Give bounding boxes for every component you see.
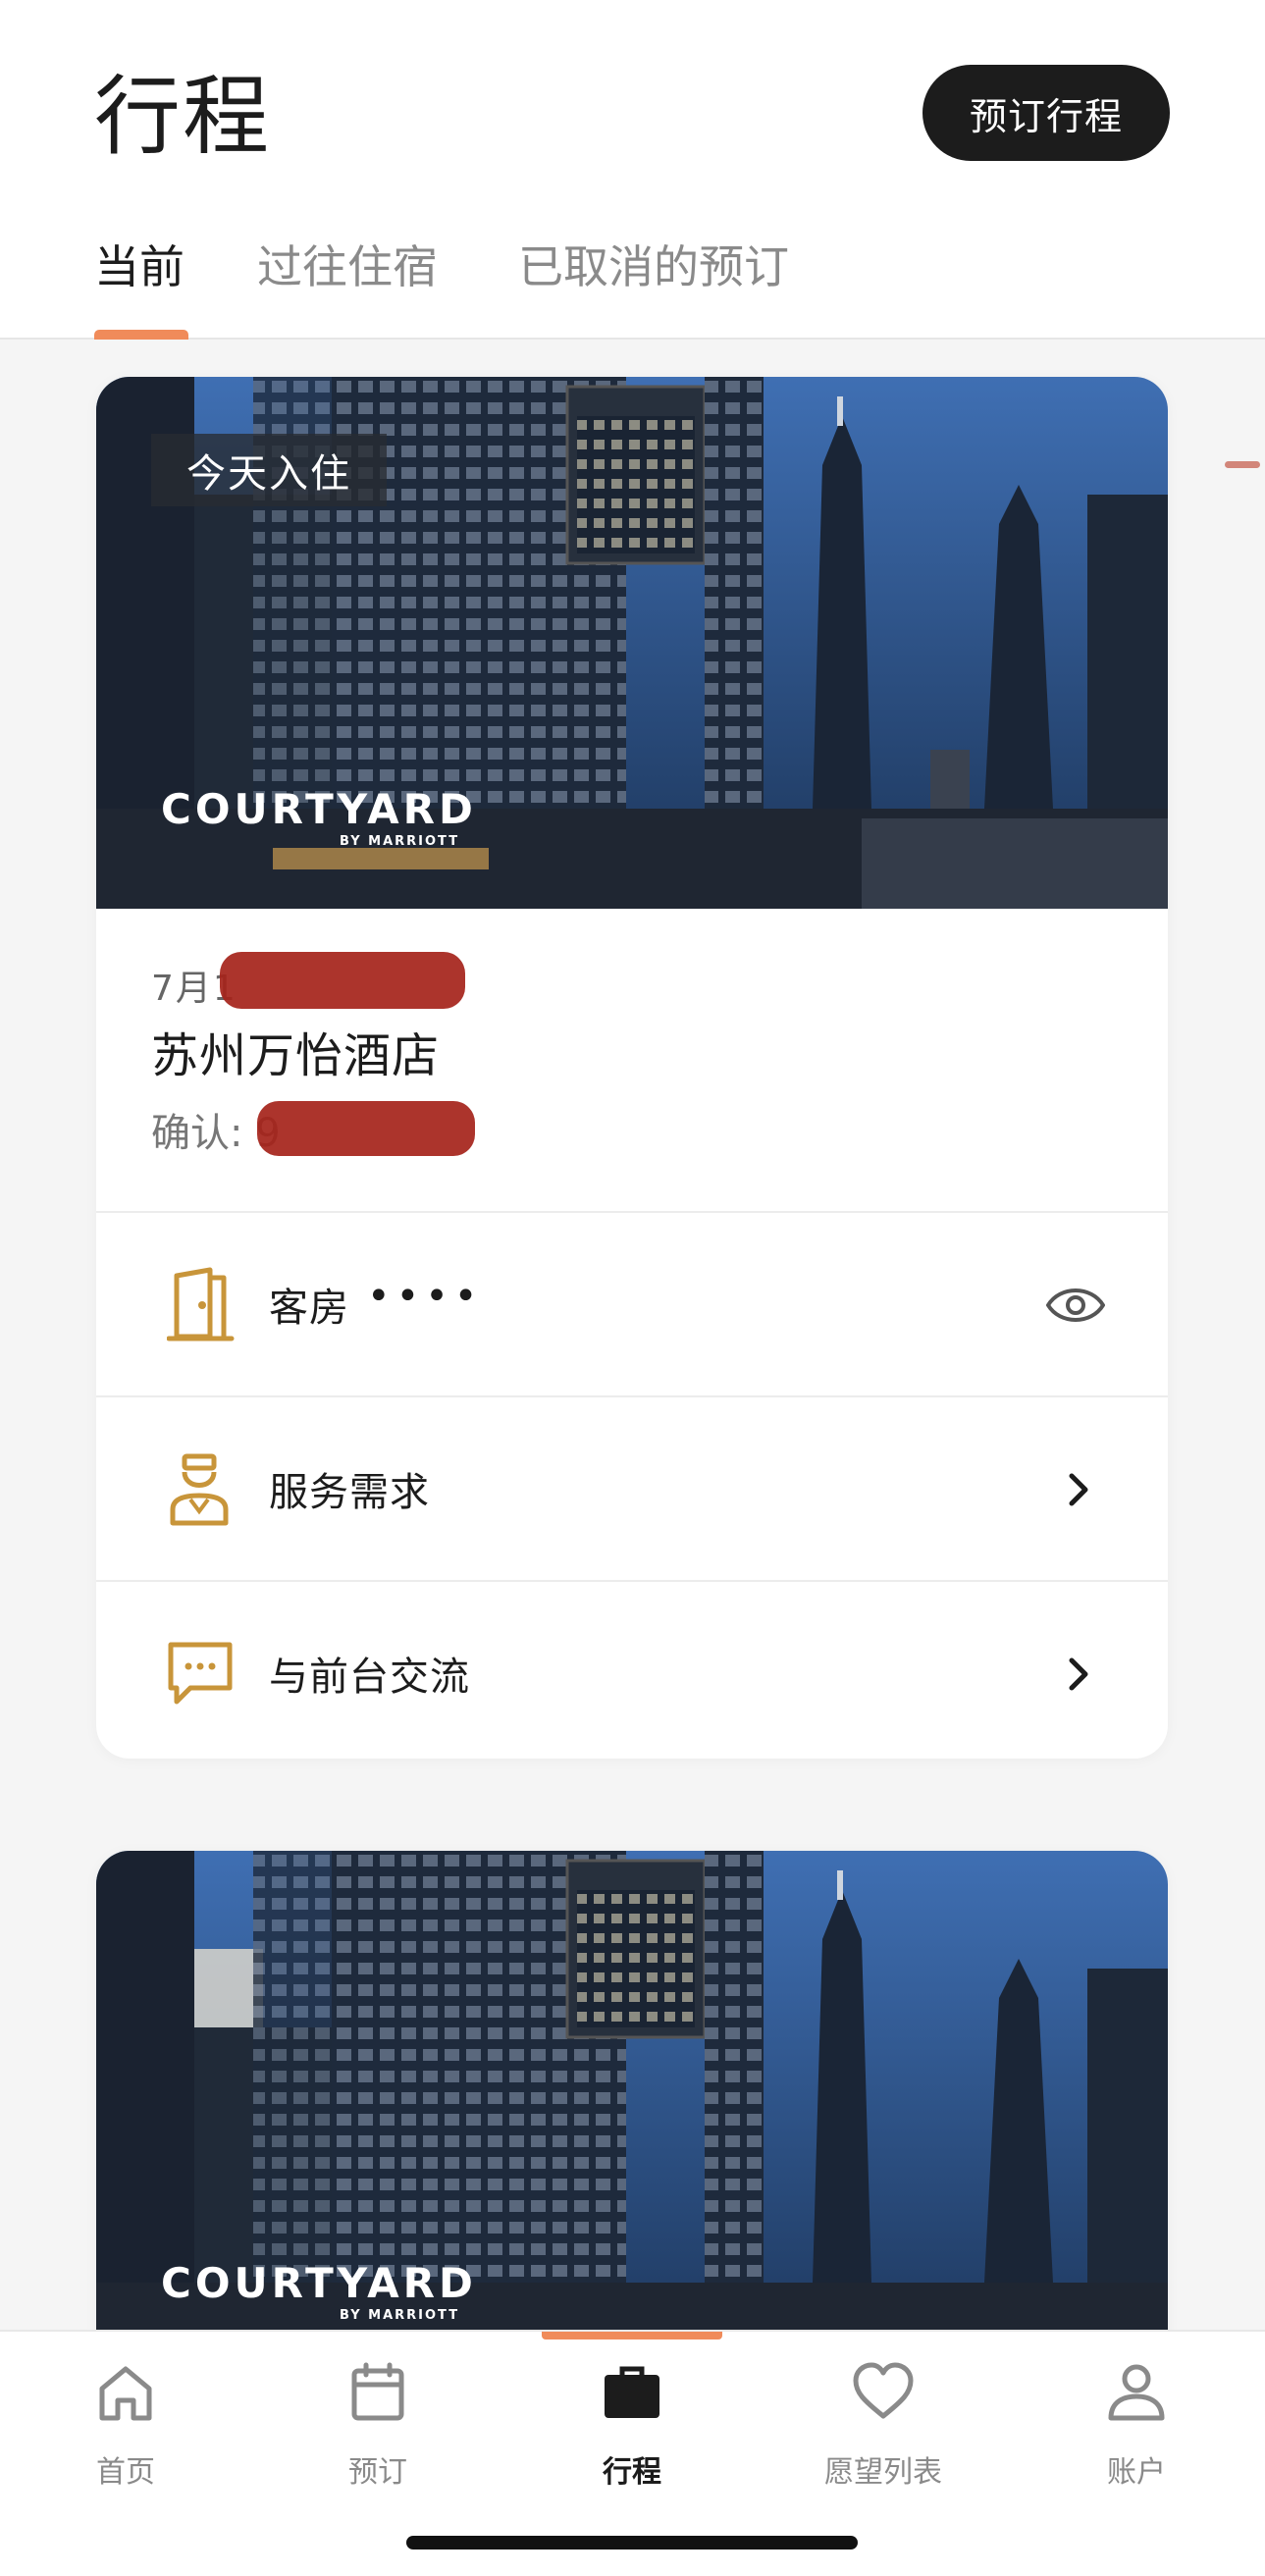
person-icon — [1108, 2364, 1165, 2421]
brand-logo: COURTYARD — [161, 2259, 477, 2307]
redaction-mark — [257, 1101, 475, 1156]
service-request-row[interactable]: 服务需求 — [96, 1397, 1168, 1582]
door-icon — [167, 1267, 235, 1341]
trip-card[interactable]: 今天入住 COURTYARD BY MARRIOTT 7月1 苏州万怡酒店 确认… — [96, 377, 1168, 1759]
concierge-icon — [170, 1453, 229, 1526]
room-number-masked: •••• — [367, 1274, 484, 1319]
chevron-right-icon — [1069, 1657, 1088, 1691]
room-row[interactable]: 客房 •••• — [96, 1213, 1168, 1397]
home-icon — [99, 2366, 152, 2421]
chat-front-desk-label: 与前台交流 — [269, 1655, 470, 1700]
hotel-photo[interactable]: COURTYARD BY MARRIOTT — [96, 1851, 1168, 2383]
tab-cancelled[interactable]: 已取消的预订 — [518, 232, 789, 296]
chat-bubble-icon — [168, 1642, 233, 1705]
book-trip-button[interactable]: 预订行程 — [922, 65, 1170, 161]
chat-front-desk-row[interactable]: 与前台交流 — [96, 1582, 1168, 1757]
active-tab-indicator — [94, 330, 188, 340]
trip-tabs: 当前 过往住宿 已取消的预订 — [0, 226, 1265, 340]
briefcase-icon — [605, 2366, 659, 2418]
header: 行程 预订行程 当前 过往住宿 已取消的预订 — [0, 0, 1265, 340]
reservation-info: 7月1 苏州万怡酒店 确认: 9 — [96, 909, 1168, 1213]
nav-bookings-label: 预订 — [348, 2455, 407, 2490]
home-indicator — [406, 2536, 858, 2550]
chevron-right-icon — [1069, 1473, 1088, 1506]
hotel-photo[interactable]: 今天入住 COURTYARD BY MARRIOTT — [96, 377, 1168, 909]
calendar-icon — [351, 2362, 404, 2421]
brand-logo-sub: BY MARRIOTT — [340, 834, 460, 849]
nav-account-label: 账户 — [1107, 2455, 1166, 2490]
service-request-label: 服务需求 — [269, 1470, 430, 1515]
redaction-mark — [220, 952, 465, 1009]
brand-logo: COURTYARD — [161, 785, 477, 833]
heart-icon — [853, 2362, 914, 2419]
nav-wishlist[interactable]: 愿望列表 — [805, 2361, 962, 2490]
nav-wishlist-label: 愿望列表 — [824, 2455, 942, 2490]
eye-icon[interactable] — [1046, 1278, 1105, 1333]
nav-bookings[interactable]: 预订 — [299, 2361, 456, 2490]
check-in-today-badge: 今天入住 — [151, 434, 387, 506]
nav-account[interactable]: 账户 — [1058, 2361, 1215, 2490]
nav-home[interactable]: 首页 — [47, 2361, 204, 2490]
page-title: 行程 — [94, 66, 272, 167]
hotel-name: 苏州万怡酒店 — [151, 1028, 441, 1083]
nav-home-label: 首页 — [96, 2455, 155, 2490]
brand-logo-sub: BY MARRIOTT — [340, 2308, 460, 2323]
nav-trips[interactable]: 行程 — [553, 2361, 711, 2490]
room-label: 客房 — [269, 1286, 349, 1331]
tab-current[interactable]: 当前 — [94, 232, 184, 296]
next-card-peek — [1225, 461, 1260, 468]
nav-trips-label: 行程 — [603, 2455, 661, 2490]
active-nav-indicator — [542, 2332, 722, 2339]
tab-past-stays[interactable]: 过往住宿 — [257, 232, 438, 296]
